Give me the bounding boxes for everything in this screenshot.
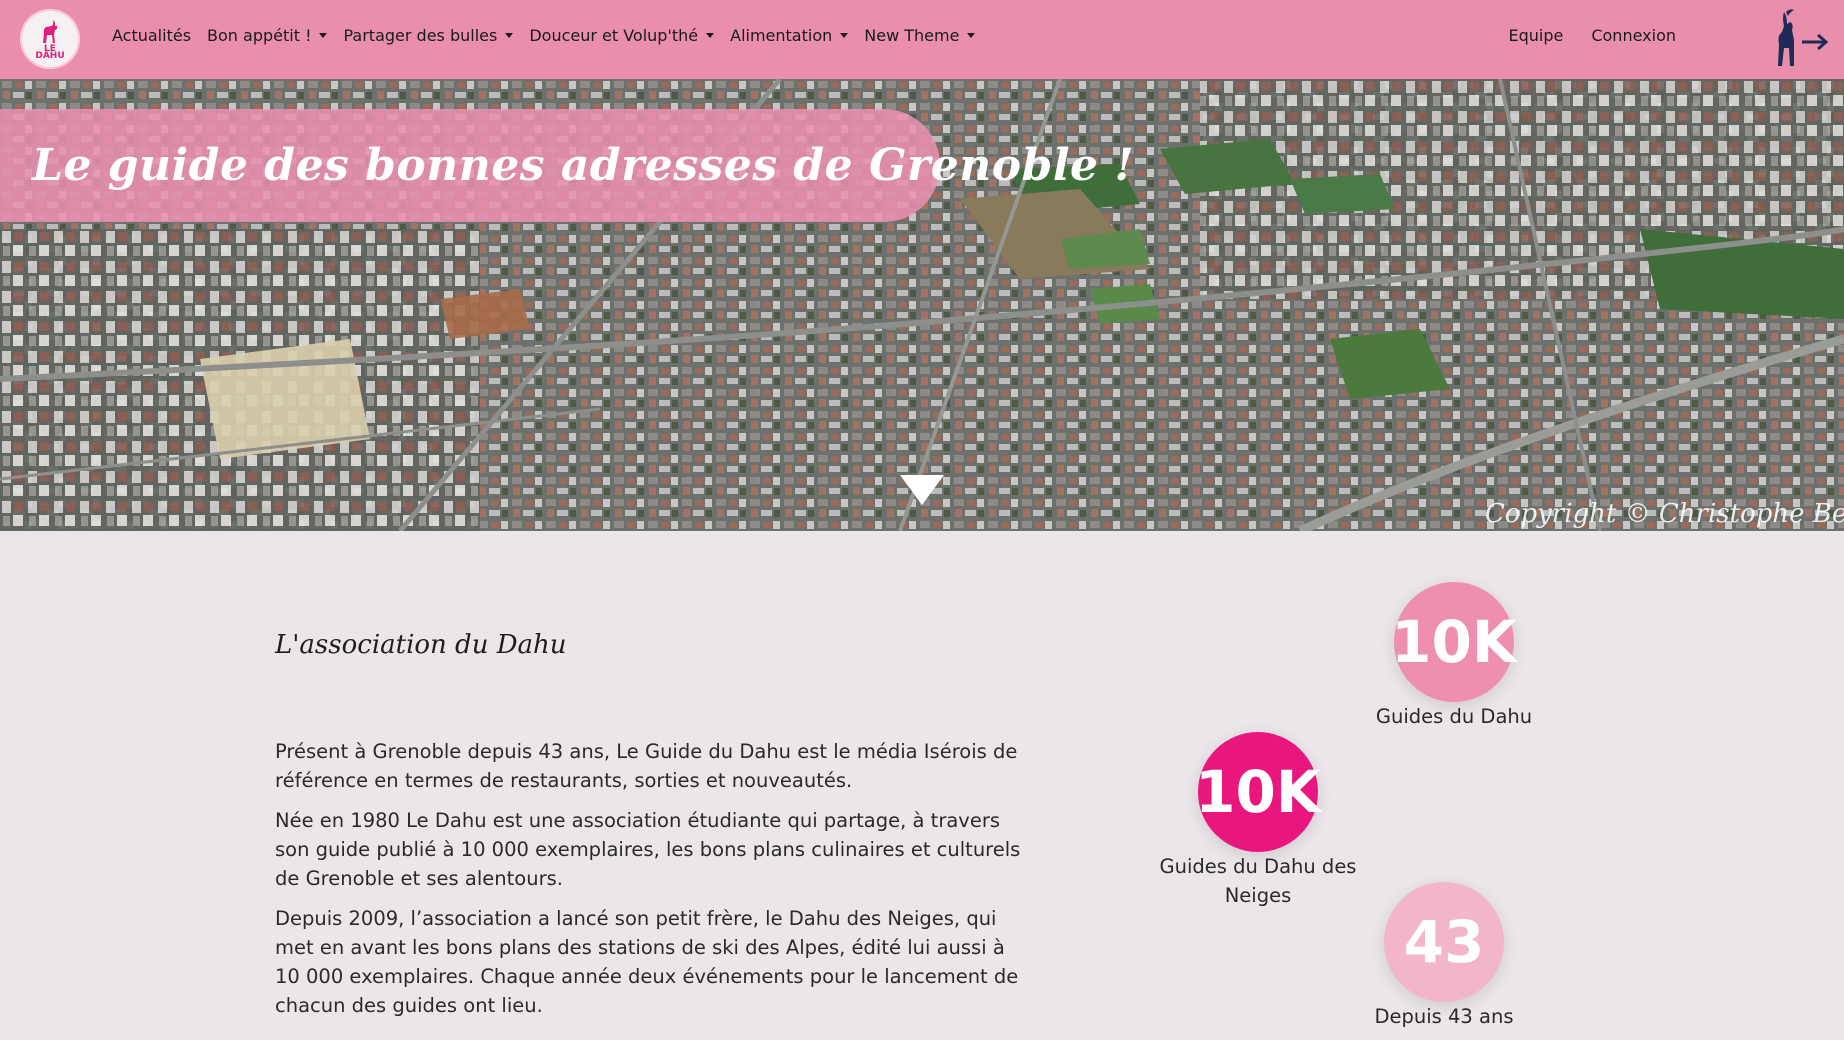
hero-title: Le guide des bonnes adresses de Grenoble… — [32, 140, 1135, 191]
stat-circle: 10K — [1195, 732, 1321, 852]
nav-item-new-theme[interactable]: New Theme — [856, 26, 983, 45]
nav-label: Connexion — [1591, 25, 1676, 45]
account-menu: Equipe Connexion — [1500, 0, 1684, 70]
nav-label: New Theme — [864, 25, 960, 45]
stat-circle: 43 — [1384, 882, 1504, 1002]
about-text: Présent à Grenoble depuis 43 ans, Le Gui… — [275, 737, 1035, 1031]
stat-label: Guides du Dahu — [1375, 705, 1533, 728]
nav-label: Partager des bulles — [343, 25, 498, 45]
stat-guides-dahu-neiges: 10K Guides du Dahu des Neiges — [1145, 732, 1371, 910]
nav-item-partager-des-bulles[interactable]: Partager des bulles — [335, 26, 521, 45]
caret-down-icon — [706, 32, 715, 38]
stat-label: Depuis 43 ans — [1374, 1005, 1514, 1028]
nav-label: Bon appétit ! — [207, 25, 312, 45]
nav-item-equipe[interactable]: Equipe — [1500, 26, 1571, 45]
goat-icon — [43, 20, 58, 43]
photo-copyright: Copyright © Christophe Ben — [1484, 499, 1844, 529]
caret-down-icon — [840, 32, 849, 38]
nav-label: Alimentation — [730, 25, 833, 45]
nav-item-bon-appetit[interactable]: Bon appétit ! — [199, 26, 335, 45]
main-menu: Actualités Bon appétit ! Partager des bu… — [104, 0, 983, 70]
about-paragraph: Depuis 2009, l’association a lancé son p… — [275, 907, 1019, 1017]
caret-down-icon — [967, 32, 976, 38]
navbar: LE DAHU Actualités Bon appétit ! Partage… — [0, 0, 1844, 79]
caret-down-icon — [319, 32, 328, 38]
goat-logout-icon[interactable] — [1772, 6, 1832, 72]
hero-section: Le guide des bonnes adresses de Grenoble… — [0, 79, 1844, 531]
stat-years: 43 Depuis 43 ans — [1364, 882, 1524, 1031]
stat-label: Guides du Dahu des Neiges — [1159, 855, 1357, 907]
logo-text-dahu: DAHU — [35, 51, 65, 61]
nav-item-alimentation[interactable]: Alimentation — [722, 26, 856, 45]
nav-item-connexion[interactable]: Connexion — [1583, 26, 1684, 45]
nav-label: Douceur et Volup'thé — [529, 25, 699, 45]
stat-circle: 10K — [1391, 582, 1517, 702]
triangle-down-icon[interactable] — [900, 475, 944, 505]
dahu-logo[interactable]: LE DAHU — [20, 9, 80, 69]
nav-label: Equipe — [1508, 25, 1564, 45]
about-paragraph: Présent à Grenoble depuis 43 ans, Le Gui… — [275, 740, 1018, 792]
nav-item-actualites[interactable]: Actualités — [104, 26, 199, 45]
caret-down-icon — [505, 32, 514, 38]
nav-item-douceur-et-volupthe[interactable]: Douceur et Volup'thé — [521, 26, 722, 45]
section-title: L'association du Dahu — [275, 630, 567, 660]
hero-banner: Le guide des bonnes adresses de Grenoble… — [0, 109, 1134, 222]
about-paragraph: Née en 1980 Le Dahu est une association … — [275, 809, 1021, 890]
nav-label: Actualités — [112, 25, 192, 45]
stat-guides-dahu: 10K Guides du Dahu — [1364, 582, 1544, 731]
